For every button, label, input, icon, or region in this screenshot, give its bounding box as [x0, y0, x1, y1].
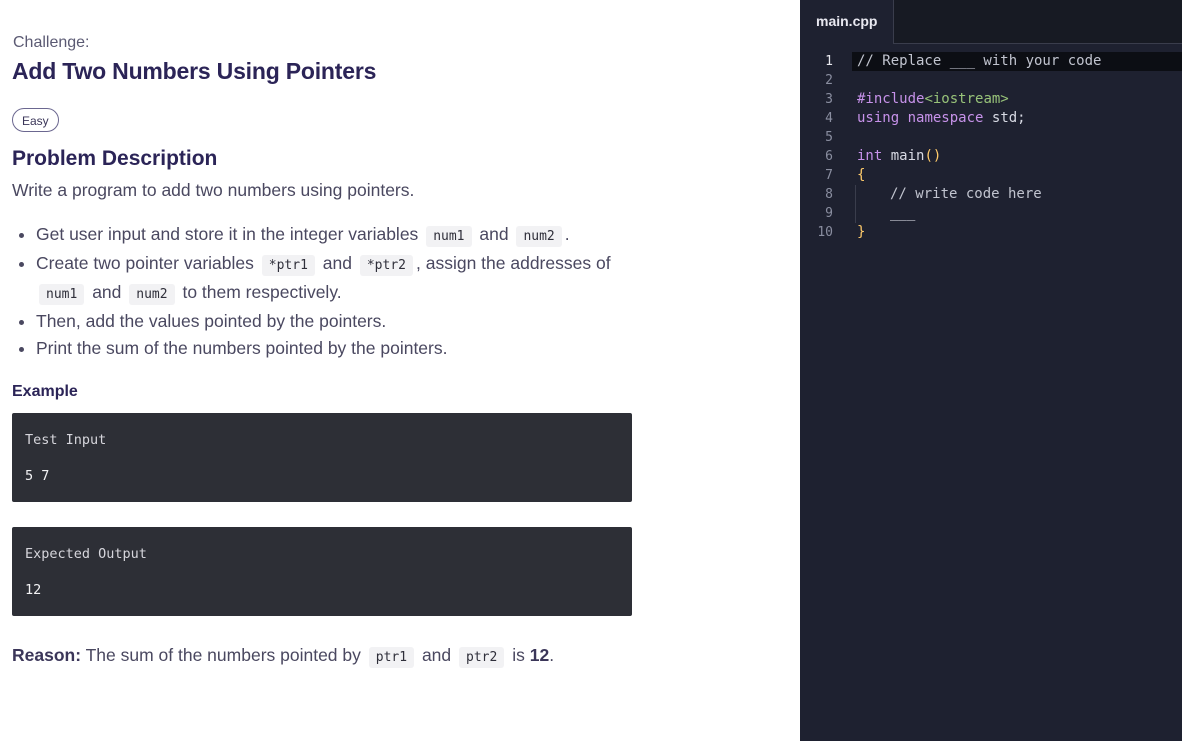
line-number: 1 — [825, 54, 833, 69]
inline-code: num2 — [129, 284, 175, 305]
example-heading: Example — [12, 383, 78, 400]
problem-description-text: Write a program to add two numbers using… — [12, 180, 415, 200]
bullet-text: and — [322, 253, 352, 273]
code-text: // write code here — [890, 186, 1042, 202]
token-identifier: main — [890, 148, 925, 164]
inline-code: num1 — [39, 284, 85, 305]
test-input-label: Test Input — [25, 432, 107, 448]
token-header: <iostream> — [924, 91, 1009, 107]
bullet-text: and — [92, 282, 122, 302]
difficulty-badge: Easy — [12, 108, 59, 132]
line-number: 9 — [825, 206, 833, 221]
code-text: int main() — [857, 147, 941, 166]
line-number: 10 — [817, 225, 833, 240]
token-include: #include — [857, 91, 925, 107]
code-text: // Replace ___ with your code — [857, 53, 1102, 69]
code-text: using namespace std; — [857, 109, 1026, 128]
line-number: 6 — [825, 149, 833, 164]
inline-code: *ptr2 — [359, 255, 413, 276]
reason-end: . — [549, 645, 555, 665]
code-line[interactable]: 10 } — [800, 223, 1182, 242]
reason-is: is — [512, 645, 525, 665]
bullet-text: and — [479, 224, 509, 244]
token-keyword: using — [857, 110, 900, 126]
token-identifier: std; — [991, 110, 1026, 126]
test-input-box: Test Input 5 7 — [12, 413, 632, 502]
test-input-value: 5 7 — [25, 468, 50, 484]
problem-panel: Challenge: Add Two Numbers Using Pointer… — [0, 0, 800, 741]
code-line[interactable]: 6 int main() — [800, 147, 1182, 166]
reason-value: 12 — [529, 645, 550, 665]
list-item: Print the sum of the numbers pointed by … — [36, 335, 656, 362]
reason-label: Reason: — [12, 645, 82, 665]
tab-bar — [894, 0, 1182, 44]
expected-output-label: Expected Output — [25, 546, 147, 562]
inline-code: *ptr1 — [261, 255, 315, 276]
code-line[interactable]: 7 { — [800, 166, 1182, 185]
token-paren: () — [924, 148, 942, 164]
line-number: 4 — [825, 111, 833, 126]
list-item: Then, add the values pointed by the poin… — [36, 308, 656, 335]
bullet-text: , assign the addresses of — [416, 253, 611, 273]
code-line[interactable]: 9 ___ — [800, 204, 1182, 223]
code-line[interactable]: 2 — [800, 71, 1182, 90]
inline-code: ptr1 — [368, 647, 415, 668]
code-line[interactable]: 1 // Replace ___ with your code — [800, 52, 1182, 71]
challenge-title: Add Two Numbers Using Pointers — [12, 58, 377, 84]
tab-label: main.cpp — [816, 13, 878, 29]
reason-body: The sum of the numbers pointed by — [85, 645, 361, 665]
challenge-label: Challenge: — [13, 34, 90, 51]
expected-output-value: 12 — [25, 582, 42, 598]
code-text: #include<iostream> — [857, 90, 1009, 109]
line-number: 3 — [825, 92, 833, 107]
code-text: ___ — [890, 205, 916, 221]
bullet-text: . — [564, 224, 570, 244]
reason-and: and — [421, 645, 452, 665]
list-item: Create two pointer variables *ptr1 and *… — [36, 250, 656, 308]
code-text: { — [857, 167, 866, 183]
code-line[interactable]: 5 — [800, 128, 1182, 147]
inline-code: num2 — [516, 226, 562, 247]
token-keyword: int — [857, 148, 883, 164]
code-text: } — [857, 224, 866, 240]
inline-code: num1 — [426, 226, 472, 247]
code-line[interactable]: 3 #include<iostream> — [800, 90, 1182, 109]
bullet-text: to them respectively. — [182, 282, 342, 302]
expected-output-box: Expected Output 12 — [12, 527, 632, 616]
problem-description-heading: Problem Description — [12, 147, 218, 170]
line-number: 5 — [825, 130, 833, 145]
indent-guide — [855, 185, 856, 223]
line-number: 8 — [825, 187, 833, 202]
reason-text: Reason: The sum of the numbers pointed b… — [12, 645, 555, 668]
line-number: 2 — [825, 73, 833, 88]
token-keyword: namespace — [907, 110, 984, 126]
code-line[interactable]: 8 // write code here — [800, 185, 1182, 204]
bullet-text: Create two pointer variables — [36, 253, 254, 273]
requirements-list: Get user input and store it in the integ… — [14, 221, 656, 362]
code-line[interactable]: 4 using namespace std; — [800, 109, 1182, 128]
list-item: Get user input and store it in the integ… — [36, 221, 656, 250]
line-number: 7 — [825, 168, 833, 183]
inline-code: ptr2 — [459, 647, 505, 668]
tab-main-cpp[interactable]: main.cpp — [800, 0, 894, 44]
code-editor-panel[interactable]: main.cpp 1 // Replace ___ with your code… — [800, 0, 1182, 741]
bullet-text: Get user input and store it in the integ… — [36, 224, 419, 244]
